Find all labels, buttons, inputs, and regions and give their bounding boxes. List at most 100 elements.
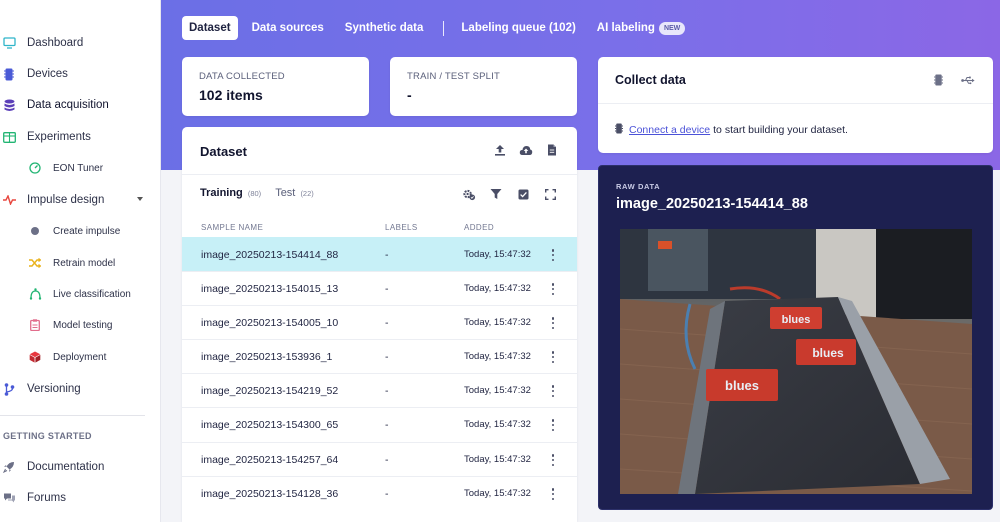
more-options-icon[interactable] bbox=[549, 453, 557, 467]
table-row[interactable]: image_20250213-154257_64 - Today, 15:47:… bbox=[182, 442, 577, 476]
radar-icon bbox=[28, 287, 42, 301]
divider bbox=[598, 103, 993, 104]
sidebar-item-label: Experiments bbox=[27, 131, 91, 143]
tab-labeling-queue[interactable]: Labeling queue (102) bbox=[454, 16, 582, 40]
sidebar-item-documentation[interactable]: Documentation bbox=[0, 456, 161, 478]
sample-image: blues blues blues bbox=[620, 229, 972, 494]
table-row[interactable]: image_20250213-154414_88 - Today, 15:47:… bbox=[182, 237, 577, 271]
sidebar-item-dashboard[interactable]: Dashboard bbox=[0, 32, 161, 54]
more-options-icon[interactable] bbox=[549, 418, 557, 432]
sidebar-item-label: Live classification bbox=[53, 288, 131, 300]
tab-data-sources[interactable]: Data sources bbox=[245, 16, 331, 40]
sidebar-item-data-acquisition[interactable]: Data acquisition bbox=[0, 94, 161, 116]
column-header-labels[interactable]: LABELS bbox=[385, 223, 418, 232]
data-collected-card: DATA COLLECTED 102 items bbox=[182, 57, 369, 116]
more-options-icon[interactable] bbox=[549, 350, 557, 364]
sidebar-item-deployment[interactable]: Deployment bbox=[0, 346, 161, 368]
sidebar-item-create-impulse[interactable]: Create impulse bbox=[0, 220, 161, 242]
chat-icon bbox=[2, 491, 16, 505]
sample-added: Today, 15:47:32 bbox=[464, 283, 531, 294]
sidebar-item-eon-tuner[interactable]: EON Tuner bbox=[0, 157, 161, 179]
collect-data-title: Collect data bbox=[615, 73, 686, 87]
tab-bar: Dataset Data sources Synthetic data Labe… bbox=[182, 16, 699, 40]
sample-name: image_20250213-154128_36 bbox=[201, 488, 339, 500]
sidebar-item-retrain-model[interactable]: Retrain model bbox=[0, 252, 161, 274]
sample-added: Today, 15:47:32 bbox=[464, 385, 531, 396]
table-row[interactable]: image_20250213-154219_52 - Today, 15:47:… bbox=[182, 373, 577, 407]
sample-added: Today, 15:47:32 bbox=[464, 249, 531, 260]
more-options-icon[interactable] bbox=[549, 282, 557, 296]
raw-data-panel: RAW DATA image_20250213-154414_88 blues … bbox=[598, 165, 993, 510]
table-header: SAMPLE NAME LABELS ADDED bbox=[182, 219, 577, 237]
table-row[interactable]: image_20250213-154128_36 - Today, 15:47:… bbox=[182, 476, 577, 510]
sample-name: image_20250213-154257_64 bbox=[201, 454, 339, 466]
settings-filter-icon[interactable] bbox=[462, 187, 476, 201]
sidebar: Dashboard Devices Data acquisition Exper… bbox=[0, 0, 161, 522]
column-header-sample-name[interactable]: SAMPLE NAME bbox=[201, 223, 263, 232]
sidebar-item-label: Dashboard bbox=[27, 37, 84, 49]
brand-text: blues bbox=[725, 378, 759, 393]
tuner-icon bbox=[28, 161, 42, 175]
more-options-icon[interactable] bbox=[549, 487, 557, 501]
sidebar-item-label: Versioning bbox=[27, 383, 81, 395]
upload-icon[interactable] bbox=[493, 143, 507, 157]
sample-label: - bbox=[385, 419, 389, 431]
section-title-getting-started: GETTING STARTED bbox=[3, 431, 92, 441]
brand-text: blues bbox=[812, 346, 844, 360]
dot-icon bbox=[28, 224, 42, 238]
table-row[interactable]: image_20250213-154015_13 - Today, 15:47:… bbox=[182, 271, 577, 305]
tab-dataset[interactable]: Dataset bbox=[182, 16, 238, 40]
sidebar-item-label: Documentation bbox=[27, 461, 105, 473]
select-checkbox-icon[interactable] bbox=[516, 187, 530, 201]
tab-training[interactable]: Training (80) bbox=[200, 187, 261, 199]
collect-data-actions bbox=[931, 73, 975, 87]
sidebar-item-versioning[interactable]: Versioning bbox=[0, 378, 161, 400]
device-icon bbox=[2, 67, 16, 81]
tab-synthetic-data[interactable]: Synthetic data bbox=[338, 16, 431, 40]
sidebar-item-label: Create impulse bbox=[53, 225, 121, 237]
sidebar-item-label: Retrain model bbox=[53, 257, 116, 269]
collect-data-text: to start building your dataset. bbox=[713, 124, 848, 136]
pulse-icon bbox=[2, 193, 16, 207]
connect-device-link[interactable]: Connect a device bbox=[629, 124, 710, 136]
device-icon[interactable] bbox=[931, 73, 945, 87]
sample-label: - bbox=[385, 249, 389, 261]
sidebar-item-label: Data acquisition bbox=[27, 99, 109, 111]
sidebar-item-impulse-design[interactable]: Impulse design bbox=[0, 189, 161, 211]
sample-label: - bbox=[385, 385, 389, 397]
table-row[interactable]: image_20250213-154300_65 - Today, 15:47:… bbox=[182, 407, 577, 441]
tab-test[interactable]: Test (22) bbox=[275, 187, 314, 199]
more-options-icon[interactable] bbox=[549, 384, 557, 398]
sample-name: image_20250213-154005_10 bbox=[201, 317, 339, 329]
more-options-icon[interactable] bbox=[549, 248, 557, 262]
sample-name: image_20250213-153936_1 bbox=[201, 351, 333, 363]
sample-label: - bbox=[385, 488, 389, 500]
cloud-upload-icon[interactable] bbox=[519, 143, 533, 157]
sidebar-item-label: Model testing bbox=[53, 319, 113, 331]
file-icon[interactable] bbox=[545, 143, 559, 157]
sidebar-item-live-classification[interactable]: Live classification bbox=[0, 283, 161, 305]
table-row[interactable]: image_20250213-153936_1 - Today, 15:47:3… bbox=[182, 339, 577, 373]
stat-label: TRAIN / TEST SPLIT bbox=[407, 71, 500, 82]
cube-icon bbox=[28, 350, 42, 364]
dataset-actions bbox=[493, 143, 559, 157]
sample-name: image_20250213-154300_65 bbox=[201, 419, 339, 431]
chevron-down-icon[interactable] bbox=[137, 197, 143, 201]
table-row[interactable]: image_20250213-154005_10 - Today, 15:47:… bbox=[182, 305, 577, 339]
sidebar-item-forums[interactable]: Forums bbox=[0, 487, 161, 509]
sidebar-item-model-testing[interactable]: Model testing bbox=[0, 314, 161, 336]
sidebar-item-devices[interactable]: Devices bbox=[0, 63, 161, 85]
dataset-title: Dataset bbox=[200, 144, 247, 159]
tab-ai-labeling[interactable]: AI labeling NEW bbox=[590, 16, 693, 40]
sidebar-item-experiments[interactable]: Experiments bbox=[0, 126, 161, 148]
expand-icon[interactable] bbox=[543, 187, 557, 201]
sidebar-item-label: Forums bbox=[27, 492, 66, 504]
sample-added: Today, 15:47:32 bbox=[464, 419, 531, 430]
dataset-tools bbox=[462, 187, 557, 201]
count-badge: (80) bbox=[247, 189, 262, 198]
filter-icon[interactable] bbox=[489, 187, 503, 201]
column-header-added[interactable]: ADDED bbox=[464, 223, 494, 232]
rocket-icon bbox=[2, 460, 16, 474]
usb-icon[interactable] bbox=[961, 73, 975, 87]
more-options-icon[interactable] bbox=[549, 316, 557, 330]
